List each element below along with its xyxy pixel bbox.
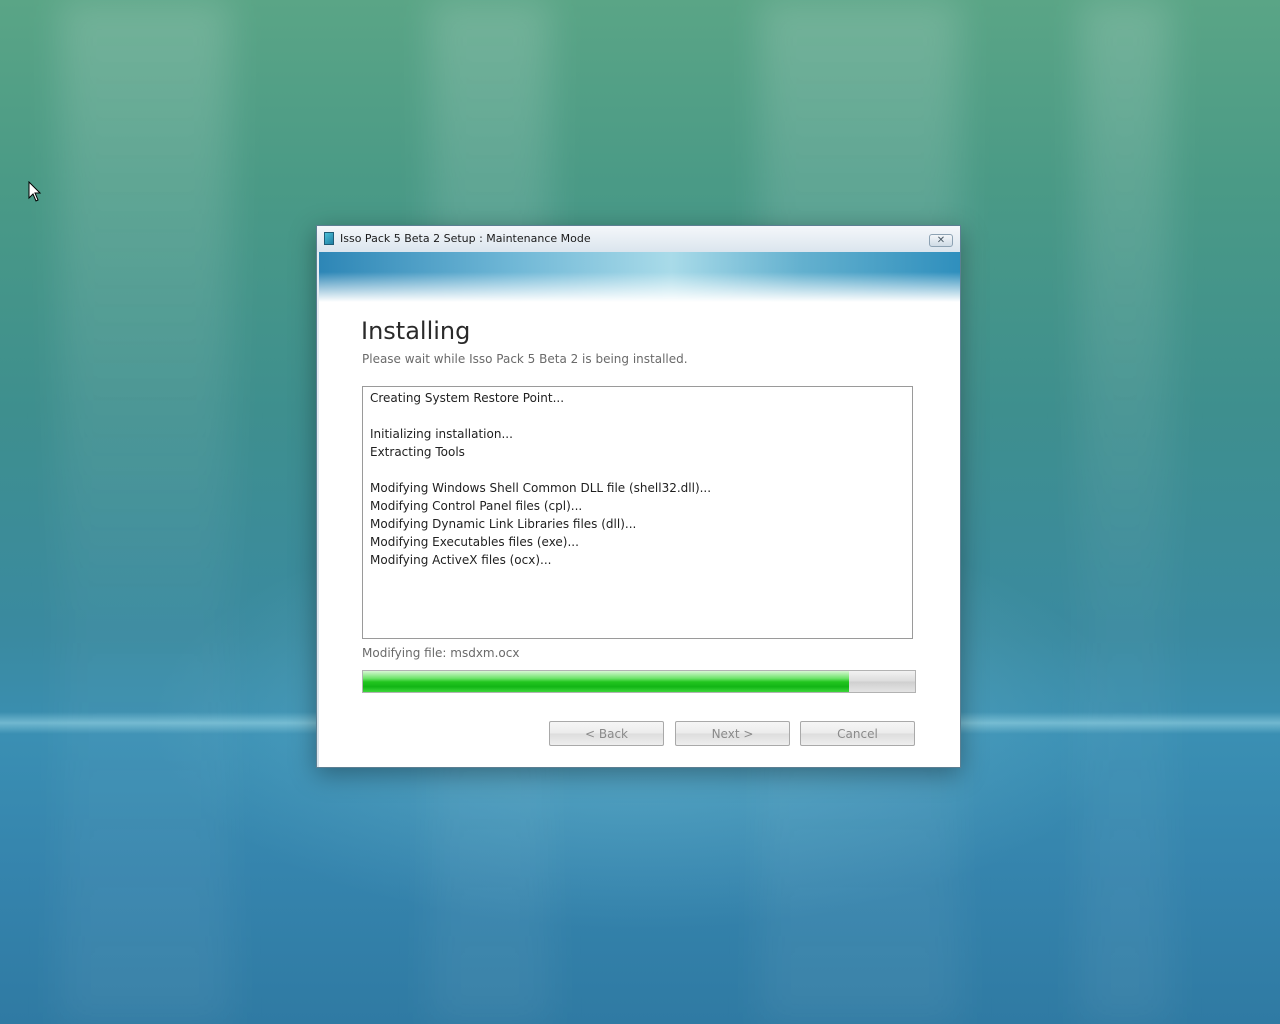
close-icon: ✕ <box>936 235 946 246</box>
page-title: Installing <box>361 317 471 345</box>
log-line: Modifying Dynamic Link Libraries files (… <box>370 517 637 531</box>
next-button[interactable]: Next > <box>675 721 790 746</box>
cancel-button[interactable]: Cancel <box>800 721 915 746</box>
desktop-light-streak <box>1080 0 1170 1024</box>
install-log[interactable]: Creating System Restore Point... Initial… <box>362 386 913 639</box>
window-title: Isso Pack 5 Beta 2 Setup : Maintenance M… <box>340 232 591 245</box>
wizard-content: Installing Please wait while Isso Pack 5… <box>319 302 960 767</box>
log-line: Modifying Windows Shell Common DLL file … <box>370 481 712 495</box>
back-button[interactable]: < Back <box>549 721 664 746</box>
page-subtitle: Please wait while Isso Pack 5 Beta 2 is … <box>362 352 688 366</box>
install-progress-bar <box>362 670 916 693</box>
current-file-status: Modifying file: msdxm.ocx <box>362 646 520 660</box>
close-button[interactable]: ✕ <box>929 234 953 247</box>
log-line: Creating System Restore Point... <box>370 391 565 405</box>
progress-fill <box>363 671 849 692</box>
setup-window: Isso Pack 5 Beta 2 Setup : Maintenance M… <box>316 225 961 768</box>
mouse-pointer-icon <box>28 181 42 202</box>
title-bar[interactable]: Isso Pack 5 Beta 2 Setup : Maintenance M… <box>317 226 960 252</box>
log-line: Modifying Executables files (exe)... <box>370 535 579 549</box>
log-line: Extracting Tools <box>370 445 465 459</box>
log-line: Modifying Control Panel files (cpl)... <box>370 499 583 513</box>
log-line: Initializing installation... <box>370 427 513 441</box>
header-banner <box>319 252 960 302</box>
setup-app-icon <box>324 232 334 245</box>
log-line: Modifying ActiveX files (ocx)... <box>370 553 552 567</box>
desktop-light-streak <box>60 0 230 1024</box>
